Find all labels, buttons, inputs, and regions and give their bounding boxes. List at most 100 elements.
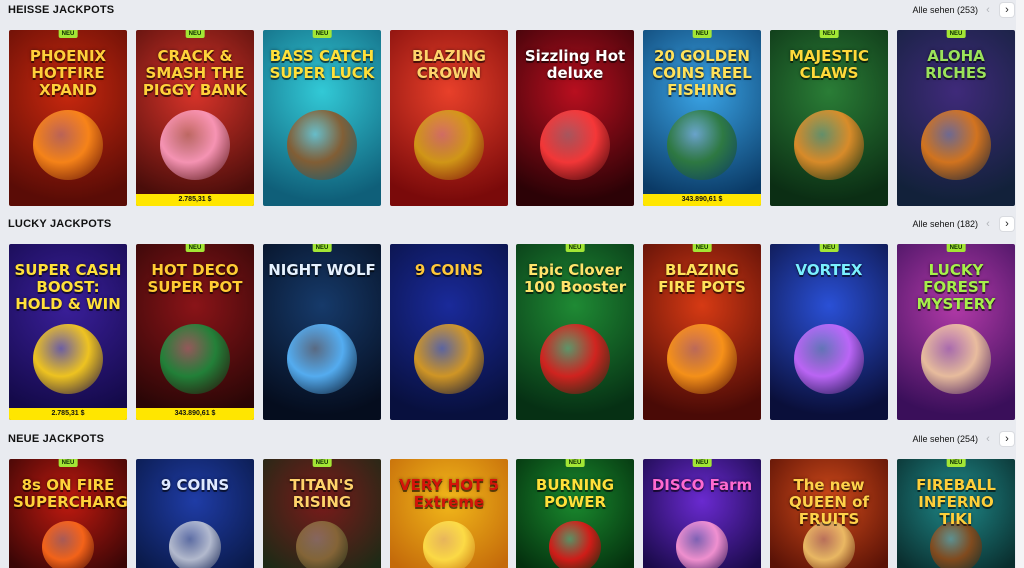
game-artwork-emblem [676, 521, 728, 568]
carousel-prev-button[interactable]: ‹ [981, 217, 995, 231]
game-tile[interactable]: FIREBALL INFERNO TIKI NEU [897, 459, 1015, 568]
section-header: LUCKY JACKPOTS Alle sehen (182) ‹ › [8, 214, 1016, 234]
see-all-link[interactable]: Alle sehen (182) [912, 219, 978, 229]
new-badge: NEU [819, 30, 839, 38]
carousel-next-button[interactable]: › [1000, 3, 1014, 17]
game-artwork-emblem [169, 521, 221, 568]
jackpot-amount: 343.890,61 $ [643, 194, 761, 206]
game-tile[interactable]: MAJESTIC CLAWS NEU [770, 30, 888, 206]
new-badge: NEU [312, 459, 332, 467]
game-artwork-emblem [921, 110, 991, 180]
game-tile[interactable]: Sizzling Hot deluxe [516, 30, 634, 206]
game-title: 8s ON FIRE SUPERCHARGED [13, 476, 127, 511]
game-artwork-emblem [414, 110, 484, 180]
game-title: CRACK & SMASH THE PIGGY BANK [142, 47, 248, 99]
new-badge: NEU [185, 30, 205, 38]
game-tile[interactable]: LUCKY FOREST MYSTERY NEU [897, 244, 1015, 420]
new-badge: NEU [312, 244, 332, 252]
game-tile[interactable]: CRACK & SMASH THE PIGGY BANK NEU 2.785,31 … [136, 30, 254, 206]
game-tile[interactable]: 20 GOLDEN COINS REEL FISHING NEU 343.890,6… [643, 30, 761, 206]
game-tile[interactable]: BLAZING FIRE POTS NEU [643, 244, 761, 420]
game-artwork-emblem [803, 521, 855, 568]
new-badge: NEU [946, 30, 966, 38]
game-tile[interactable]: VORTEX NEU [770, 244, 888, 420]
game-tile[interactable]: 9 COINS [390, 244, 508, 420]
chevron-right-icon: › [1005, 3, 1009, 16]
section-title: NEUE JACKPOTS [8, 433, 105, 445]
game-tile[interactable]: Epic Clover 100 Booster NEU [516, 244, 634, 420]
game-artwork-emblem [667, 324, 737, 394]
game-artwork-emblem [160, 324, 230, 394]
chevron-right-icon: › [1005, 217, 1009, 230]
new-badge: NEU [185, 244, 205, 252]
new-badge: NEU [58, 30, 78, 38]
game-title: BLAZING FIRE POTS [658, 261, 746, 296]
game-artwork-emblem [287, 324, 357, 394]
see-all-link[interactable]: Alle sehen (253) [912, 5, 978, 15]
game-artwork-emblem [423, 521, 475, 568]
game-artwork-emblem [42, 521, 94, 568]
new-badge: NEU [565, 459, 585, 467]
game-artwork-emblem [33, 110, 103, 180]
game-title: TITAN'S RISING [289, 476, 355, 511]
game-tile[interactable]: BLAZING CROWN [390, 30, 508, 206]
game-tile[interactable]: DISCO Farm NEU [643, 459, 761, 568]
game-tile[interactable]: NIGHT WOLF NEU [263, 244, 381, 420]
chevron-left-icon: ‹ [986, 3, 990, 16]
section-neue-jackpots: NEUE JACKPOTS Alle sehen (254) ‹ › 8s ON FIR… [0, 429, 1016, 568]
carousel-next-button[interactable]: › [1000, 217, 1014, 231]
chevron-left-icon: ‹ [986, 432, 990, 445]
carousel-prev-button[interactable]: ‹ [981, 3, 995, 17]
see-all-link[interactable]: Alle sehen (254) [912, 434, 978, 444]
new-badge: NEU [692, 30, 712, 38]
game-tile[interactable]: 9 COINS [136, 459, 254, 568]
game-artwork-emblem [794, 324, 864, 394]
game-title: The new QUEEN of FRUITS [788, 476, 870, 528]
game-tile[interactable]: SUPER CASH BOOST: HOLD & WIN 2.785,31 $ [9, 244, 127, 420]
game-title: HOT DECO SUPER POT [147, 261, 243, 296]
game-title: SUPER CASH BOOST: HOLD & WIN [14, 261, 122, 313]
new-badge: NEU [692, 459, 712, 467]
game-title: PHOENIX HOTFIRE XPAND [29, 47, 107, 99]
game-title: NIGHT WOLF [268, 261, 376, 279]
game-tile[interactable]: ALOHA RICHES NEU [897, 30, 1015, 206]
game-artwork-emblem [287, 110, 357, 180]
game-tile[interactable]: VERY HOT 5 Extreme [390, 459, 508, 568]
game-tile[interactable]: PHOENIX HOTFIRE XPAND NEU [9, 30, 127, 206]
game-tile[interactable]: HOT DECO SUPER POT NEU 343.890,61 $ [136, 244, 254, 420]
chevron-right-icon: › [1005, 432, 1009, 445]
game-tile[interactable]: 8s ON FIRE SUPERCHARGED NEU [9, 459, 127, 568]
game-title: MAJESTIC CLAWS [789, 47, 869, 82]
carousel-prev-button[interactable]: ‹ [981, 432, 995, 446]
game-title: VORTEX [795, 261, 863, 279]
page-scrollbar[interactable] [1016, 0, 1024, 568]
section-title: HEISSE JACKPOTS [8, 4, 115, 16]
new-badge: NEU [565, 244, 585, 252]
game-artwork-emblem [414, 324, 484, 394]
new-badge: NEU [946, 459, 966, 467]
game-title: 9 COINS [160, 476, 230, 494]
game-title: BURNING POWER [535, 476, 615, 511]
game-title: BASS CATCH SUPER LUCK [269, 47, 375, 82]
game-title: VERY HOT 5 Extreme [399, 476, 499, 511]
new-badge: NEU [312, 30, 332, 38]
new-badge: NEU [946, 244, 966, 252]
section-heisse-jackpots: HEISSE JACKPOTS Alle sehen (253) ‹ › PHOENIX… [0, 0, 1016, 210]
game-tile[interactable]: The new QUEEN of FRUITS [770, 459, 888, 568]
game-artwork-emblem [33, 324, 103, 394]
game-tile[interactable]: TITAN'S RISING NEU [263, 459, 381, 568]
game-artwork-emblem [794, 110, 864, 180]
game-title: 9 COINS [414, 261, 484, 279]
section-header: HEISSE JACKPOTS Alle sehen (253) ‹ › [8, 0, 1016, 20]
new-badge: NEU [692, 244, 712, 252]
game-title: Epic Clover 100 Booster [523, 261, 627, 296]
game-tile[interactable]: BASS CATCH SUPER LUCK NEU [263, 30, 381, 206]
new-badge: NEU [819, 244, 839, 252]
game-artwork-emblem [296, 521, 348, 568]
section-title: LUCKY JACKPOTS [8, 218, 112, 230]
game-tile[interactable]: BURNING POWER NEU [516, 459, 634, 568]
carousel-next-button[interactable]: › [1000, 432, 1014, 446]
chevron-left-icon: ‹ [986, 217, 990, 230]
game-title: BLAZING CROWN [412, 47, 486, 82]
game-artwork-emblem [160, 110, 230, 180]
